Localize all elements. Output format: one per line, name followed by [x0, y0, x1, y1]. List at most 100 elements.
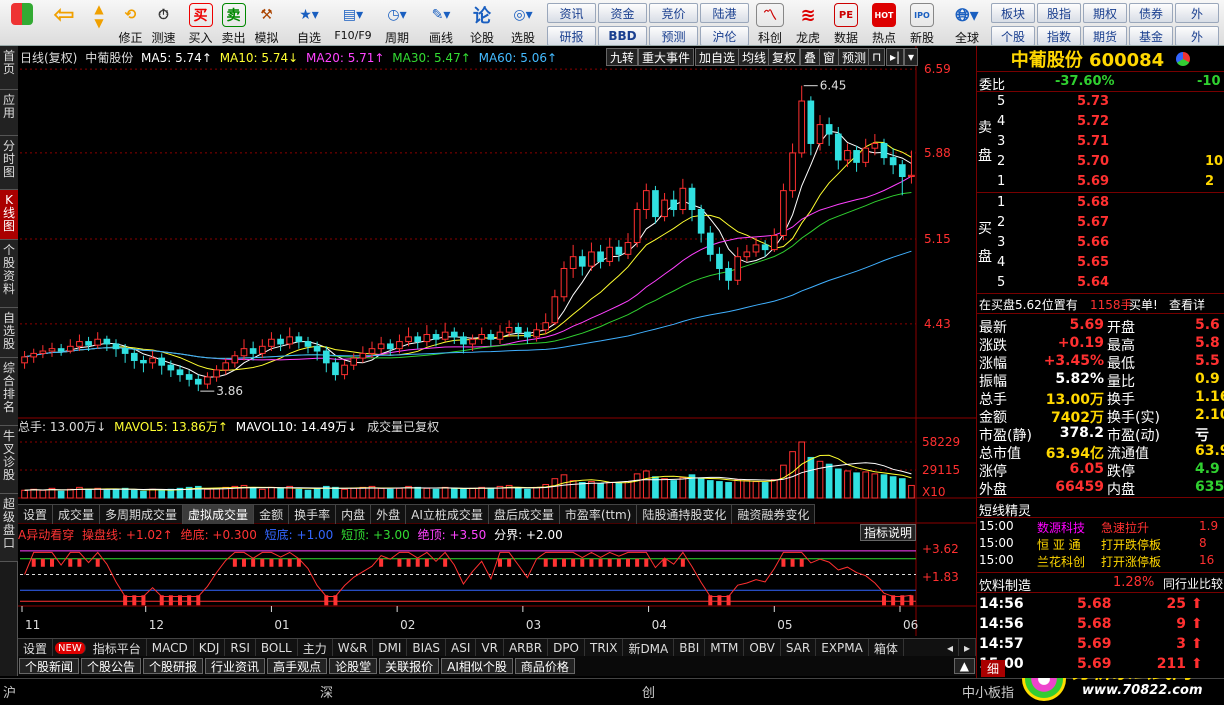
- chart-tab-window[interactable]: 窗: [819, 48, 840, 66]
- sub-tab-8[interactable]: AI立桩成交量: [406, 505, 489, 524]
- toolbar-xingu[interactable]: IPO 新股: [903, 0, 941, 45]
- back-button[interactable]: ⇦: [44, 0, 84, 45]
- left-tab-profile[interactable]: 个股资料: [0, 240, 18, 308]
- indicator-tab-0[interactable]: 设置: [18, 639, 54, 657]
- chart-tab-overlay[interactable]: 叠: [800, 48, 821, 66]
- sell-level-2[interactable]: 2 5.70 10: [977, 152, 1224, 172]
- short-item-1[interactable]: 15:00 恒 亚 通打开跌停板 8: [977, 535, 1224, 552]
- toolbar-item-7[interactable]: ◷▾ 周期: [375, 0, 419, 45]
- quick-btn-lugang[interactable]: 陆港: [700, 3, 749, 23]
- sub-tab-1[interactable]: 成交量: [53, 505, 101, 524]
- left-tab-home[interactable]: 首页: [0, 46, 18, 90]
- short-item-2[interactable]: 15:00 兰花科创 打开涨停板 16: [977, 552, 1224, 569]
- left-tab-kline[interactable]: K线图: [0, 190, 18, 240]
- indicator-tab-3[interactable]: MACD: [147, 639, 194, 657]
- toolbar-kechuang[interactable]: 〽科创: [751, 0, 789, 45]
- indicator-tab-14[interactable]: DPO: [548, 639, 585, 657]
- toolbar-item-1[interactable]: ⏱ 测速: [147, 0, 180, 45]
- quick-btn-qiquan[interactable]: 期权: [1083, 3, 1127, 23]
- indicator-tab-2[interactable]: 指标平台: [88, 639, 147, 657]
- sub-tab-9[interactable]: 盘后成交量: [489, 505, 560, 524]
- left-tab-apps[interactable]: 应用: [0, 90, 18, 136]
- sub-tab-7[interactable]: 外盘: [371, 505, 407, 524]
- buy-level-2[interactable]: 2 5.67: [977, 213, 1224, 233]
- toolbar-item-4[interactable]: ⚒ 模拟: [250, 0, 283, 45]
- sub-tab-10[interactable]: 市盈率(ttm): [560, 505, 638, 524]
- sell-level-1[interactable]: 1 5.69 2: [977, 172, 1224, 192]
- indicator-tab-16[interactable]: 新DMA: [623, 639, 675, 657]
- indicator-tab-12[interactable]: VR: [476, 639, 504, 657]
- quick-btn-jingjia[interactable]: 竞价: [649, 3, 698, 23]
- indicator-tab-22[interactable]: 箱体: [869, 639, 904, 657]
- news-tab-7[interactable]: AI相似个股: [441, 658, 513, 674]
- quick-btn-guzhi[interactable]: 股指: [1037, 3, 1081, 23]
- quick-btn-qihuo[interactable]: 期货: [1083, 26, 1127, 45]
- sub-tab-0[interactable]: 设置: [18, 505, 54, 524]
- indicator-tab-6[interactable]: BOLL: [256, 639, 298, 657]
- toolbar-item-9[interactable]: 论论股: [463, 0, 501, 45]
- indicator-tab-20[interactable]: SAR: [781, 639, 817, 657]
- quick-btn-hulun[interactable]: 沪伦: [700, 26, 749, 45]
- toolbar-item-5[interactable]: ★▾ 自选: [287, 0, 331, 45]
- news-tab-3[interactable]: 行业资讯: [205, 658, 266, 674]
- toolbar-item-3[interactable]: 卖卖出: [217, 0, 250, 45]
- indicator-tab-10[interactable]: BIAS: [407, 639, 447, 657]
- indicator-tab-11[interactable]: ASI: [446, 639, 477, 657]
- status-zx[interactable]: 中小板指: [962, 682, 1014, 701]
- quick-btn-zixun[interactable]: 资讯: [547, 3, 596, 23]
- quick-btn-wai[interactable]: 外: [1175, 3, 1219, 23]
- toolbar-item-10[interactable]: ◎▾ 选股: [501, 0, 545, 45]
- toolbar-item-2[interactable]: 买买入: [184, 0, 217, 45]
- left-tab-diagnose[interactable]: 牛叉诊股: [0, 426, 18, 494]
- sell-level-3[interactable]: 3 5.71: [977, 132, 1224, 152]
- color-wheel-icon[interactable]: [1176, 51, 1191, 66]
- indicator-tab-18[interactable]: MTM: [705, 639, 745, 657]
- quick-btn-gegu[interactable]: 个股: [991, 26, 1035, 45]
- toolbar-item-6[interactable]: ▤▾ F10/F9: [331, 0, 375, 45]
- quick-btn-yanbao[interactable]: 研报: [547, 26, 596, 45]
- quick-btn-bbd[interactable]: BBD: [598, 26, 647, 45]
- quick-btn-zhishu[interactable]: 指数: [1037, 26, 1081, 45]
- sub-tab-6[interactable]: 内盘: [336, 505, 372, 524]
- toolbar-shuju[interactable]: PE 数据: [827, 0, 865, 45]
- chart-tab-adjust[interactable]: 复权: [768, 48, 801, 66]
- scroll-left-icon[interactable]: ◂: [942, 639, 959, 657]
- news-tab-5[interactable]: 论股堂: [329, 658, 378, 674]
- left-tab-orderbook[interactable]: 超级盘口: [0, 494, 18, 562]
- sub-tab-4[interactable]: 金额: [254, 505, 290, 524]
- indicator-tab-13[interactable]: ARBR: [504, 639, 549, 657]
- quick-btn-jijin[interactable]: 基金: [1129, 26, 1173, 45]
- news-tab-1[interactable]: 个股公告: [81, 658, 142, 674]
- chart-tab-forecast[interactable]: 预测: [838, 48, 871, 66]
- short-item-0[interactable]: 15:00 数源科技 急速拉升 1.9: [977, 518, 1224, 535]
- indicator-tab-21[interactable]: EXPMA: [816, 639, 869, 657]
- big-order-notice[interactable]: 在买盘5.62位置有 1158手 买单! 查看详: [977, 294, 1224, 314]
- menu-button[interactable]: [0, 0, 44, 45]
- sell-level-5[interactable]: 5 5.73: [977, 92, 1224, 112]
- chart-dropdown-icon[interactable]: ▾: [904, 48, 919, 66]
- buy-level-3[interactable]: 3 5.66: [977, 233, 1224, 253]
- chart-tab-jiuzhuan[interactable]: 九转: [606, 48, 639, 66]
- buy-level-4[interactable]: 4 5.65: [977, 253, 1224, 273]
- news-tab-6[interactable]: 关联报价: [379, 658, 440, 674]
- toolbar-item-0[interactable]: ⟲ 修正: [114, 0, 147, 45]
- toolbar-item-8[interactable]: ✎▾ 画线: [419, 0, 463, 45]
- sub-tab-12[interactable]: 融资融券变化: [732, 505, 816, 524]
- toolbar-quanqiu[interactable]: 🌐︎▾ 全球: [945, 0, 989, 46]
- quick-btn-wai2[interactable]: 外: [1175, 26, 1219, 45]
- news-tab-0[interactable]: 个股新闻: [19, 658, 80, 674]
- indicator-tab-19[interactable]: OBV: [744, 639, 781, 657]
- sub-tab-2[interactable]: 多周期成交量: [100, 505, 184, 524]
- sub-tab-5[interactable]: 换手率: [289, 505, 337, 524]
- left-tab-ranking[interactable]: 综合排名: [0, 358, 18, 426]
- indicator-tab-4[interactable]: KDJ: [194, 639, 226, 657]
- buy-level-5[interactable]: 5 5.64: [977, 273, 1224, 293]
- chart-tab-events[interactable]: 重大事件: [638, 48, 695, 66]
- left-tab-watchlist[interactable]: 自选股: [0, 308, 18, 358]
- chart-lock-icon[interactable]: ⊓: [868, 48, 886, 66]
- industry-compare-button[interactable]: 同行业比较: [1163, 575, 1223, 592]
- sub-tab-11[interactable]: 陆股通持股变化: [637, 505, 733, 524]
- chart-collapse-icon[interactable]: ▸|: [886, 48, 905, 66]
- buy-level-1[interactable]: 1 5.68: [977, 193, 1224, 213]
- status-cy[interactable]: 创: [642, 682, 655, 701]
